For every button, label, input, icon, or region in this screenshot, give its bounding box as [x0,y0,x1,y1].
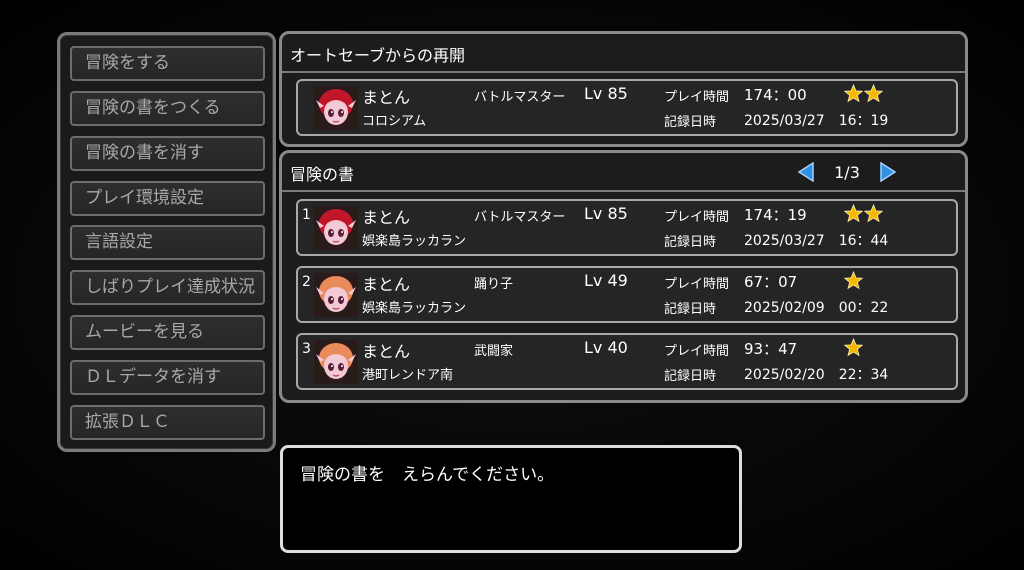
character-portrait [314,206,358,250]
main-menu: 冒険をする 冒険の書をつくる 冒険の書を消す プレイ環境設定 言語設定 しばりプ… [57,32,276,452]
message-text: 冒険の書を えらんでください。 [300,465,555,485]
playtime-label: プレイ時間 [664,344,730,359]
playtime-value: 93：47 [744,340,798,358]
star-rating [844,84,884,104]
character-level: Lv 49 [584,271,628,290]
character-job: バトルマスター [474,210,566,225]
character-name: まとん [362,342,411,361]
arrow-right-icon[interactable] [879,162,897,182]
character-level: Lv 40 [584,338,628,357]
recorded-value: 2025/02/09 00：22 [744,300,889,316]
playtime-label: プレイ時間 [664,210,730,225]
star-icon [864,204,883,223]
menu-item-language[interactable]: 言語設定 [70,225,265,260]
menu-item-movies[interactable]: ムービーを見る [70,315,265,350]
star-rating [844,271,864,291]
recorded-value: 2025/02/20 22：34 [744,367,889,383]
star-icon [844,204,863,223]
slot-number: 3 [302,341,311,357]
recorded-value: 2025/03/27 16：19 [744,113,889,129]
recorded-label: 記録日時 [664,302,717,317]
playtime-value: 174：00 [744,86,807,104]
message-box: 冒険の書を えらんでください。 [280,445,742,553]
playtime-label: プレイ時間 [664,277,730,292]
character-level: Lv 85 [584,204,628,223]
slot-number: 2 [302,274,311,290]
playtime-value: 174：19 [744,206,807,224]
character-location: 娯楽島ラッカラン [362,234,467,249]
recorded-value: 2025/03/27 16：44 [744,233,889,249]
character-name: まとん [362,88,411,107]
star-icon [844,84,863,103]
character-level: Lv 85 [584,84,628,103]
star-icon [844,338,863,357]
autosave-panel: オートセーブからの再開 まとん コロシアム バトルマスター Lv 85 プレイ時… [279,31,968,147]
adventure-log-panel: 冒険の書 1/3 1 まとん 娯楽島ラッカラン バトルマスター Lv 85 プレ… [279,150,968,403]
character-name: まとん [362,208,411,227]
menu-item-adventure[interactable]: 冒険をする [70,46,265,81]
menu-item-delete-dl-data[interactable]: ＤＬデータを消す [70,360,265,395]
menu-item-expansion-dlc[interactable]: 拡張ＤＬＣ [70,405,265,440]
slot-number: 1 [302,207,311,223]
save-slot-3[interactable]: 3 まとん 港町レンドア南 武闘家 Lv 40 プレイ時間 93：47 記録日時… [296,333,958,390]
character-job: 武闘家 [474,344,514,359]
recorded-label: 記録日時 [664,115,717,130]
character-portrait [314,86,358,130]
adventure-log-title: 冒険の書 [290,165,355,184]
save-slot-2[interactable]: 2 まとん 娯楽島ラッカラン 踊り子 Lv 49 プレイ時間 67：07 記録日… [296,266,958,323]
character-name: まとん [362,275,411,294]
character-job: 踊り子 [474,277,514,292]
recorded-label: 記録日時 [664,235,717,250]
star-icon [864,84,883,103]
save-slot-1[interactable]: 1 まとん 娯楽島ラッカラン バトルマスター Lv 85 プレイ時間 174：1… [296,199,958,256]
pager: 1/3 [797,162,897,184]
menu-item-play-settings[interactable]: プレイ環境設定 [70,181,265,216]
arrow-left-icon[interactable] [797,162,815,182]
character-location: コロシアム [362,114,427,129]
page-indicator: 1/3 [834,163,860,182]
playtime-label: プレイ時間 [664,90,730,105]
star-icon [844,271,863,290]
autosave-slot[interactable]: まとん コロシアム バトルマスター Lv 85 プレイ時間 174：00 記録日… [296,79,958,136]
character-location: 娯楽島ラッカラン [362,301,467,316]
star-rating [844,338,864,358]
autosave-title: オートセーブからの再開 [290,46,466,65]
recorded-label: 記録日時 [664,369,717,384]
divider [282,190,965,192]
character-portrait [314,340,358,384]
character-location: 港町レンドア南 [362,368,454,383]
star-rating [844,204,884,224]
menu-item-create-log[interactable]: 冒険の書をつくる [70,91,265,126]
divider [282,71,965,73]
menu-item-challenge-status[interactable]: しばりプレイ達成状況 [70,270,265,305]
character-portrait [314,273,358,317]
character-job: バトルマスター [474,90,566,105]
menu-item-delete-log[interactable]: 冒険の書を消す [70,136,265,171]
playtime-value: 67：07 [744,273,798,291]
